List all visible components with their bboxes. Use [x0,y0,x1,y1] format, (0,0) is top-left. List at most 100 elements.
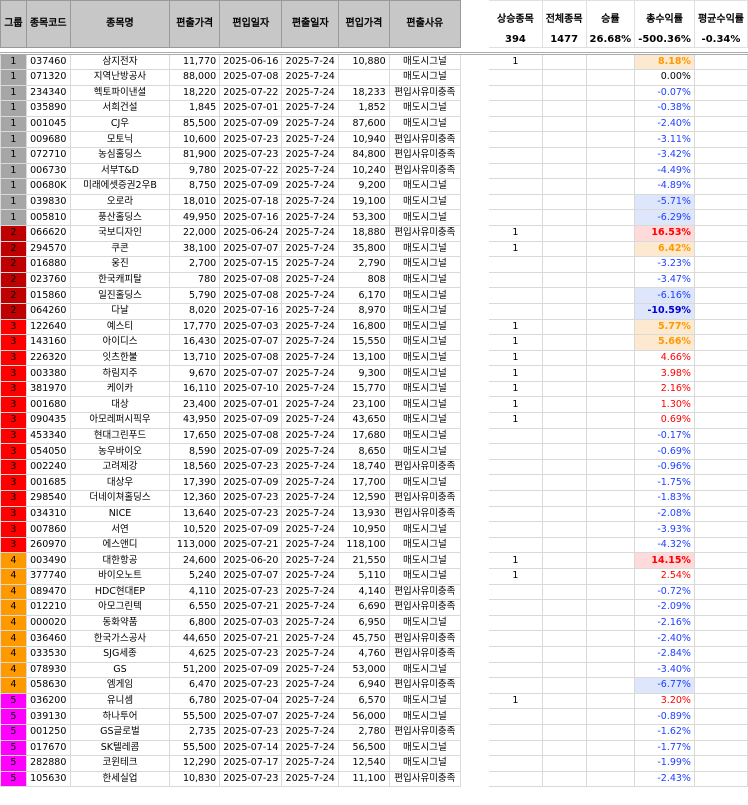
in-date-cell[interactable]: 2025-07-09 [219,661,283,679]
group-cell[interactable]: 5 [0,770,27,788]
group-cell[interactable]: 3 [0,458,27,476]
avg-cell[interactable] [693,443,748,460]
winrate-cell[interactable] [585,770,636,788]
winrate-cell[interactable] [585,630,636,647]
return-cell[interactable]: -0.69% [634,443,695,460]
in-date-cell[interactable]: 2025-07-22 [219,162,283,180]
code-cell[interactable]: 066620 [25,224,71,242]
blank-cell[interactable] [459,256,490,273]
code-cell[interactable]: 005810 [25,209,71,226]
blank-cell[interactable] [459,474,490,491]
table-row[interactable]: 5 001250 GS글로벌 2,735 2025-07-23 2025-7-24 2,78… [0,723,748,741]
in-price-cell[interactable]: 38,100 [169,240,221,258]
table-row[interactable]: 3 034310 NICE 13,640 2025-07-23 2025-7-24 13,9… [0,505,748,523]
code-cell[interactable]: 003380 [25,365,71,382]
total-cell[interactable] [541,115,587,133]
winrate-cell[interactable] [585,380,636,398]
total-cell[interactable] [541,209,587,226]
up-cell[interactable]: 1 [488,318,543,336]
winrate-cell[interactable] [585,302,636,320]
winrate-cell[interactable] [585,256,636,273]
return-cell[interactable]: -3.11% [634,131,695,148]
table-row[interactable]: 2 015860 일진홀딩스 5,790 2025-07-08 2025-7-24 6,17… [0,287,748,304]
group-cell[interactable]: 2 [0,240,27,258]
reason-cell[interactable]: 매도시그널 [388,287,461,304]
winrate-cell[interactable] [585,69,636,86]
in-date-cell[interactable]: 2025-07-16 [219,302,283,320]
out-date-cell[interactable]: 2025-7-24 [281,630,340,647]
winrate-cell[interactable] [585,661,636,679]
name-cell[interactable]: 고려제강 [69,458,171,476]
code-cell[interactable]: 009680 [25,131,71,148]
reason-cell[interactable]: 편입사유미충족 [388,162,461,180]
in-date-cell[interactable]: 2025-06-20 [219,552,283,569]
winrate-cell[interactable] [585,692,636,710]
header-in-price[interactable]: 편출가격 [169,0,221,48]
code-cell[interactable]: 381970 [25,380,71,398]
blank-cell[interactable] [459,771,490,787]
table-row[interactable]: 3 054050 농우바이오 8,590 2025-07-09 2025-7-24 8,65… [0,443,748,460]
table-row[interactable]: 1 00680K 미래에셋증권2우B 8,750 2025-07-09 2025-7-24… [0,178,748,195]
code-cell[interactable]: 017670 [25,739,71,757]
group-cell[interactable]: 3 [0,365,27,382]
winrate-cell[interactable] [585,53,636,70]
avg-cell[interactable] [693,193,748,211]
group-cell[interactable]: 3 [0,412,27,429]
group-cell[interactable]: 5 [0,739,27,757]
avg-cell[interactable] [693,505,748,523]
code-cell[interactable]: 234340 [25,84,71,102]
return-cell[interactable]: 16.53% [634,224,695,242]
name-cell[interactable]: GS [69,661,171,679]
in-price-cell[interactable]: 113,000 [169,536,221,554]
buy-price-cell[interactable]: 10,880 [338,53,390,70]
avg-cell[interactable] [693,115,748,133]
table-row[interactable]: 1 037460 삼지전자 11,770 2025-06-16 2025-7-24 10,8… [0,53,748,70]
in-price-cell[interactable]: 10,830 [169,770,221,788]
reason-cell[interactable]: 매도시그널 [388,100,461,117]
group-cell[interactable]: 4 [0,599,27,616]
in-date-cell[interactable]: 2025-07-07 [219,708,283,725]
total-cell[interactable] [541,271,587,289]
reason-cell[interactable]: 편입사유미충족 [388,770,461,788]
out-date-cell[interactable]: 2025-7-24 [281,224,340,242]
out-date-cell[interactable]: 2025-7-24 [281,396,340,414]
up-cell[interactable] [488,427,543,445]
group-cell[interactable]: 1 [0,162,27,180]
return-cell[interactable]: 0.00% [634,69,695,86]
name-cell[interactable]: GS글로벌 [69,723,171,741]
table-row[interactable]: 1 009680 모토닉 10,600 2025-07-23 2025-7-24 10,94… [0,131,748,148]
up-cell[interactable] [488,708,543,725]
in-date-cell[interactable]: 2025-07-01 [219,396,283,414]
out-date-cell[interactable]: 2025-7-24 [281,412,340,429]
table-row[interactable]: 1 006730 서부T&D 9,780 2025-07-22 2025-7-24 10,2… [0,162,748,180]
stat-avg-return[interactable]: 평균수익률 -0.34% [693,0,748,48]
blank-cell[interactable] [459,506,490,522]
header-out-date[interactable]: 편출일자 [281,0,340,48]
up-cell[interactable]: 1 [488,349,543,367]
avg-cell[interactable] [693,365,748,382]
blank-cell[interactable] [459,334,490,351]
avg-cell[interactable] [693,69,748,86]
avg-cell[interactable] [693,131,748,148]
buy-price-cell[interactable]: 23,100 [338,396,390,414]
total-cell[interactable] [541,193,587,211]
out-date-cell[interactable]: 2025-7-24 [281,708,340,725]
group-cell[interactable]: 2 [0,287,27,304]
winrate-cell[interactable] [585,568,636,585]
group-cell[interactable]: 4 [0,614,27,632]
header-reason[interactable]: 편출사유 [388,0,461,48]
winrate-cell[interactable] [585,396,636,414]
total-cell[interactable] [541,100,587,117]
up-cell[interactable] [488,755,543,772]
table-row[interactable]: 4 058630 엠게임 6,470 2025-07-23 2025-7-24 6,940 편… [0,677,748,694]
blank-cell[interactable] [459,287,490,304]
return-cell[interactable]: -2.16% [634,614,695,632]
return-cell[interactable]: -3.40% [634,661,695,679]
return-cell[interactable]: -3.23% [634,256,695,273]
buy-price-cell[interactable]: 1,852 [338,100,390,117]
buy-price-cell[interactable]: 84,800 [338,146,390,164]
reason-cell[interactable]: 편입사유미충족 [388,583,461,601]
buy-price-cell[interactable]: 8,970 [338,302,390,320]
avg-cell[interactable] [693,677,748,694]
out-date-cell[interactable]: 2025-7-24 [281,661,340,679]
